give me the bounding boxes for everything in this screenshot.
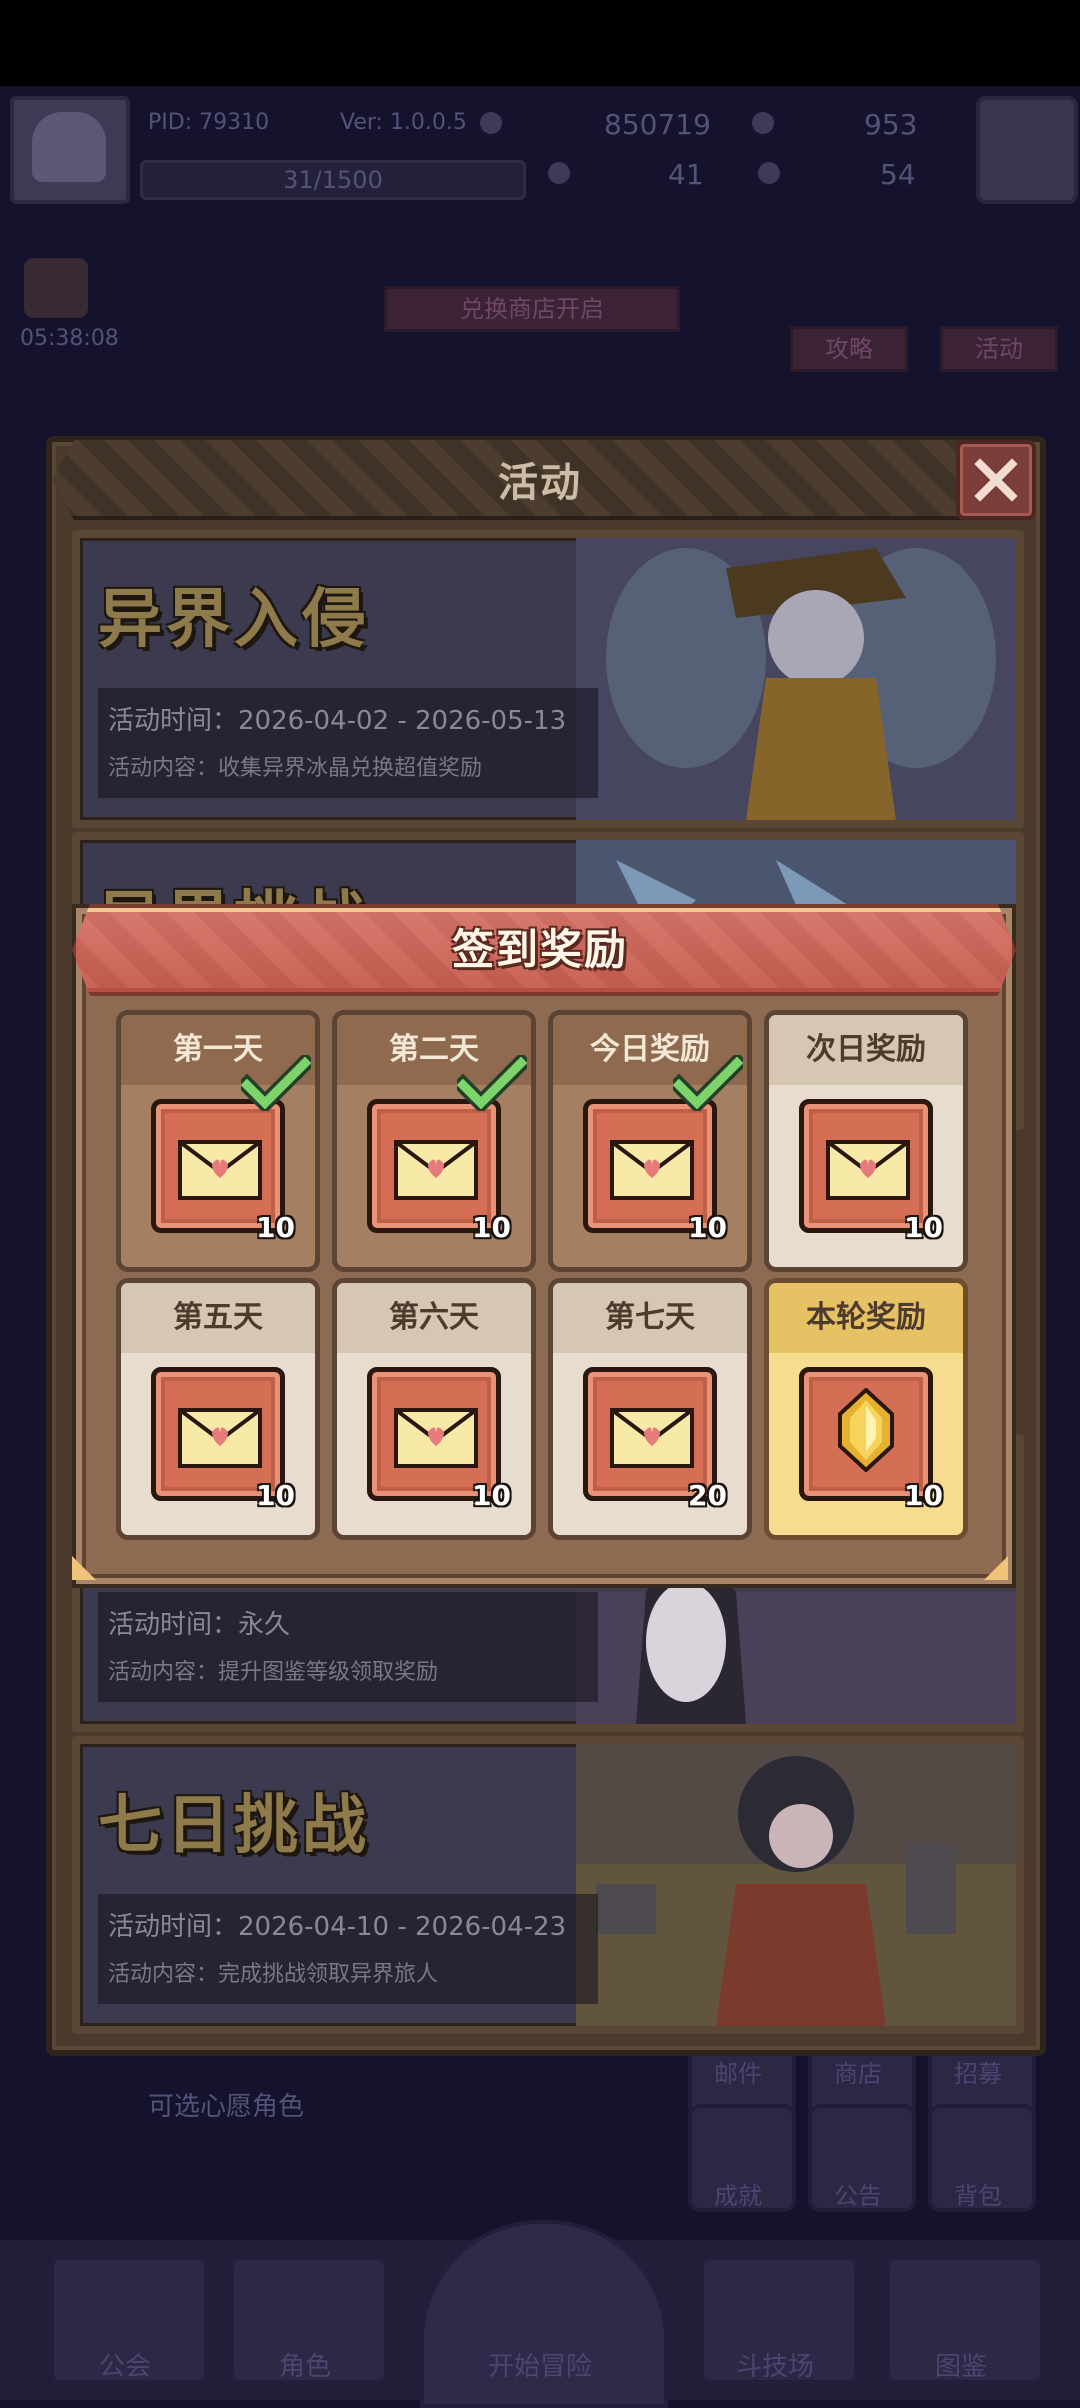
clover-icon <box>548 162 570 184</box>
event-card-seven-day[interactable]: 七日挑战 活动时间：2026-04-10 - 2026-04-23 活动内容：完… <box>72 1736 1024 2034</box>
activity-button[interactable]: 活动 <box>940 326 1058 372</box>
envelope-icon <box>178 1408 262 1468</box>
nav-guild-label: 公会 <box>98 2352 151 2382</box>
nav-character-label: 角色 <box>278 2352 331 2382</box>
event-time: 活动时间：2026-04-02 - 2026-05-13 <box>108 706 567 736</box>
activity-panel-title: 活动 <box>498 460 582 506</box>
claimed-check-icon <box>673 1055 743 1111</box>
signin-day-1[interactable]: 第一天 10 <box>116 1010 320 1272</box>
event-info: 活动时间：2026-04-02 - 2026-05-13 活动内容：收集异界冰晶… <box>98 688 598 798</box>
wish-role-label: 可选心愿角色 <box>148 2092 305 2122</box>
event-title: 异界入侵 <box>98 583 370 657</box>
claimed-check-icon <box>457 1055 527 1111</box>
shop-label: 商店 <box>834 2060 882 2088</box>
event-time: 活动时间：2026-04-10 - 2026-04-23 <box>108 1912 567 1942</box>
settings-button[interactable] <box>976 96 1078 204</box>
signin-day-8[interactable]: 本轮奖励 10 <box>764 1278 968 1540</box>
game-version: Ver: 1.0.0.5 <box>340 110 467 135</box>
ticket-icon <box>758 162 780 184</box>
event-card-invasion[interactable]: 异界入侵 活动时间：2026-04-02 - 2026-05-13 活动内容：收… <box>72 530 1024 828</box>
mail-label: 邮件 <box>714 2060 762 2088</box>
reward-quantity: 10 <box>256 1211 295 1244</box>
event-content: 活动内容：完成挑战领取异界旅人 <box>108 1962 439 1987</box>
signin-day-6[interactable]: 第六天 10 <box>332 1278 536 1540</box>
event-timer: 05:38:08 <box>20 326 119 351</box>
gem-icon <box>752 112 774 134</box>
signin-day-2[interactable]: 第二天 10 <box>332 1010 536 1272</box>
envelope-icon <box>610 1140 694 1200</box>
signin-modal-title: 签到奖励 <box>451 925 628 974</box>
player-id: PID: 79310 <box>148 110 270 135</box>
event-title: 七日挑战 <box>98 1789 370 1863</box>
envelope-icon <box>610 1408 694 1468</box>
nav-codex-label: 图鉴 <box>934 2352 987 2382</box>
guide-button[interactable]: 攻略 <box>790 326 908 372</box>
event-info: 活动时间：永久 活动内容：提升图鉴等级领取奖励 <box>98 1592 598 1702</box>
event-content: 活动内容：提升图鉴等级领取奖励 <box>108 1660 439 1685</box>
day-label: 第五天 <box>121 1283 315 1353</box>
backpack-label: 背包 <box>954 2182 1002 2210</box>
gold-count: 850719 <box>604 108 711 141</box>
ticket-count: 54 <box>880 158 916 191</box>
envelope-icon <box>826 1140 910 1200</box>
modal-corner-right <box>984 1556 1008 1580</box>
event-info: 活动时间：2026-04-10 - 2026-04-23 活动内容：完成挑战领取… <box>98 1894 598 2004</box>
reward-quantity: 10 <box>904 1211 943 1244</box>
close-button[interactable] <box>956 440 1036 520</box>
event-time: 活动时间：永久 <box>108 1610 291 1640</box>
envelope-icon <box>178 1140 262 1200</box>
energy-bar: 31/1500 <box>140 160 526 200</box>
claimed-check-icon <box>241 1055 311 1111</box>
recruit-label: 招募 <box>954 2060 1002 2088</box>
day-label: 次日奖励 <box>769 1015 963 1085</box>
status-bar <box>0 0 1080 86</box>
day-label: 本轮奖励 <box>769 1283 963 1353</box>
start-adventure-label: 开始冒险 <box>487 2352 592 2382</box>
gold-crystal-icon <box>838 1388 894 1472</box>
invasion-character-art <box>576 538 1016 820</box>
notice-label: 公告 <box>834 2182 882 2210</box>
reward-quantity: 20 <box>688 1479 727 1512</box>
gem-count: 953 <box>864 108 918 141</box>
modal-corner-left <box>72 1556 96 1580</box>
reward-quantity: 10 <box>688 1211 727 1244</box>
reward-quantity: 10 <box>472 1479 511 1512</box>
energy-value: 31/1500 <box>283 166 383 194</box>
reward-quantity: 10 <box>904 1479 943 1512</box>
clover-count: 41 <box>668 158 704 191</box>
day-label: 第六天 <box>337 1283 531 1353</box>
signin-day-7[interactable]: 第七天 20 <box>548 1278 752 1540</box>
event-content: 活动内容：收集异界冰晶兑换超值奖励 <box>108 756 483 781</box>
exchange-shop-banner[interactable]: 兑换商店开启 <box>384 286 680 332</box>
coin-icon <box>480 112 502 134</box>
reward-quantity: 10 <box>256 1479 295 1512</box>
player-avatar[interactable] <box>10 96 130 204</box>
signin-day-3[interactable]: 今日奖励 10 <box>548 1010 752 1272</box>
day-label: 第七天 <box>553 1283 747 1353</box>
reward-quantity: 10 <box>472 1211 511 1244</box>
signin-day-4[interactable]: 次日奖励 10 <box>764 1010 968 1272</box>
seven-day-character-art <box>576 1744 1016 2026</box>
achievement-label: 成就 <box>714 2182 762 2210</box>
envelope-icon <box>394 1408 478 1468</box>
signin-day-5[interactable]: 第五天 10 <box>116 1278 320 1540</box>
nav-arena-label: 斗技场 <box>735 2352 814 2382</box>
heart-chest-icon[interactable] <box>24 258 88 318</box>
close-icon <box>974 458 1018 502</box>
envelope-icon <box>394 1140 478 1200</box>
